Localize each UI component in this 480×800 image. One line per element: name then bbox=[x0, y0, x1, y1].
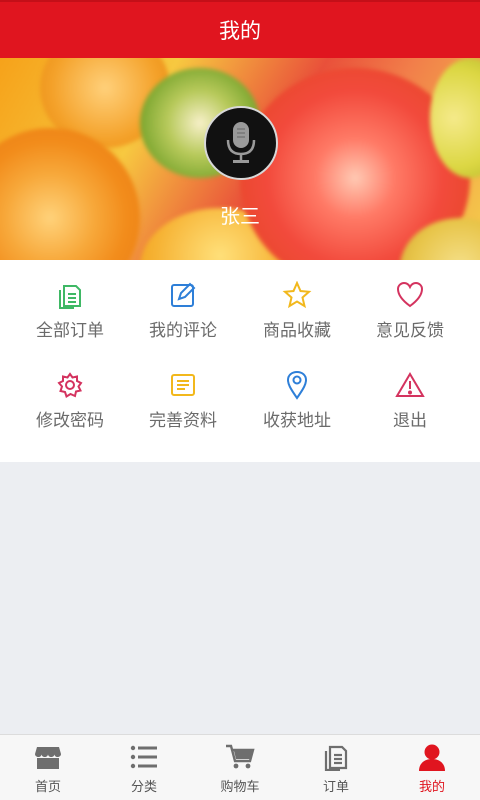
cart-icon bbox=[225, 743, 255, 771]
microphone-icon bbox=[226, 122, 256, 163]
menu-feedback[interactable]: 意见反馈 bbox=[350, 260, 470, 350]
menu-label: 修改密码 bbox=[36, 411, 104, 431]
warning-icon bbox=[395, 370, 425, 400]
menu-grid: 全部订单 我的评论 商品收藏 意见反馈 修改密码 完善资料 收获地址 退出 bbox=[0, 260, 480, 462]
menu-label: 我的评论 bbox=[149, 321, 217, 341]
bottom-tab-bar: 首页 分类 购物车 订单 我的 bbox=[0, 734, 480, 800]
menu-label: 全部订单 bbox=[36, 321, 104, 341]
tab-label: 购物车 bbox=[220, 780, 260, 795]
tab-label: 我的 bbox=[418, 780, 445, 795]
heart-icon bbox=[395, 280, 425, 310]
tab-orders[interactable]: 订单 bbox=[288, 735, 384, 800]
tab-cart[interactable]: 购物车 bbox=[192, 735, 288, 800]
menu-my-comments[interactable]: 我的评论 bbox=[123, 260, 243, 350]
menu-complete-profile[interactable]: 完善资料 bbox=[123, 350, 243, 440]
page-title: 我的 bbox=[219, 19, 261, 43]
avatar[interactable] bbox=[204, 106, 278, 180]
orders-icon bbox=[55, 280, 85, 310]
gear-icon bbox=[55, 370, 85, 400]
menu-label: 意见反馈 bbox=[376, 321, 444, 341]
username: 张三 bbox=[220, 204, 260, 228]
menu-label: 商品收藏 bbox=[263, 321, 331, 341]
order-doc-icon bbox=[321, 743, 351, 771]
list-icon bbox=[129, 743, 159, 771]
tab-label: 分类 bbox=[130, 780, 157, 795]
tab-category[interactable]: 分类 bbox=[96, 735, 192, 800]
menu-label: 完善资料 bbox=[149, 411, 217, 431]
profile-doc-icon bbox=[168, 370, 198, 400]
menu-label: 收获地址 bbox=[263, 411, 331, 431]
person-icon bbox=[417, 743, 447, 771]
edit-icon bbox=[168, 280, 198, 310]
header-bar: 我的 bbox=[0, 0, 480, 58]
tab-label: 订单 bbox=[322, 780, 349, 795]
tab-label: 首页 bbox=[34, 780, 61, 795]
menu-change-password[interactable]: 修改密码 bbox=[10, 350, 130, 440]
tab-mine[interactable]: 我的 bbox=[384, 735, 480, 800]
menu-label: 退出 bbox=[393, 411, 427, 431]
tab-home[interactable]: 首页 bbox=[0, 735, 96, 800]
menu-logout[interactable]: 退出 bbox=[350, 350, 470, 440]
store-icon bbox=[33, 743, 63, 771]
menu-address[interactable]: 收获地址 bbox=[237, 350, 357, 440]
menu-all-orders[interactable]: 全部订单 bbox=[10, 260, 130, 350]
star-icon bbox=[282, 280, 312, 310]
location-pin-icon bbox=[282, 370, 312, 400]
menu-favorites[interactable]: 商品收藏 bbox=[237, 260, 357, 350]
